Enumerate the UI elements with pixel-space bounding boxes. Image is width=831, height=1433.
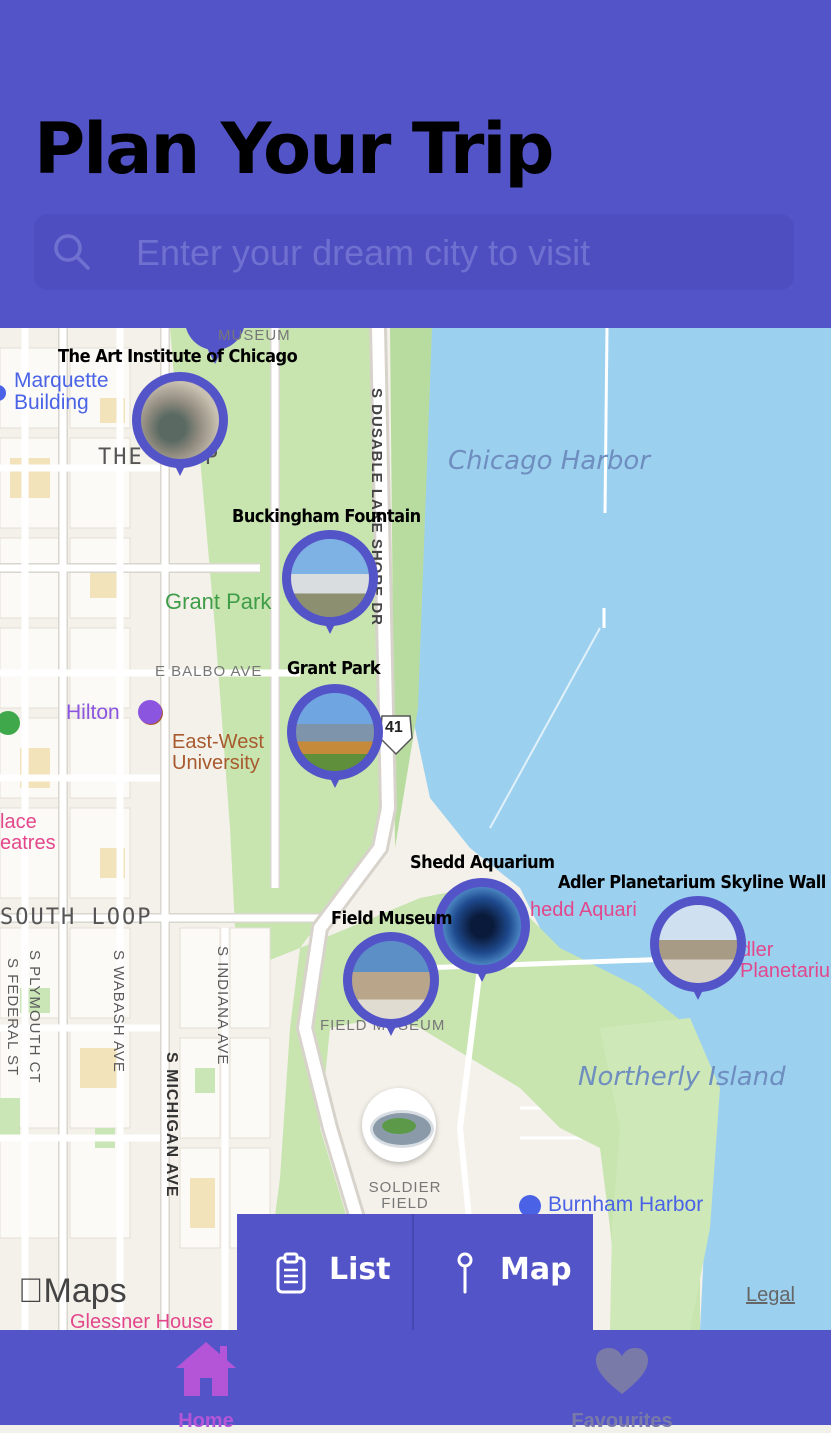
pin-grant-park[interactable] (287, 684, 383, 792)
map-view-button[interactable]: Map (414, 1214, 588, 1330)
poi-label-burnham-harbor: Burnham Harbor (548, 1193, 704, 1216)
map-view[interactable]: Chicago Harbor Northerly Island Grant Pa… (0, 328, 831, 1330)
area-label-south-loop: SOUTH LOOP (0, 905, 153, 930)
poi-label-glessner-house: Glessner House (70, 1311, 214, 1331)
app-header: Plan Your Trip (0, 0, 831, 328)
pin-label-shedd-aquarium: Shedd Aquarium (410, 852, 555, 873)
poi-label-palace-theatres: lace eatres (0, 811, 56, 854)
legal-link[interactable]: Legal (746, 1284, 795, 1307)
apple-icon:  (18, 1272, 44, 1310)
pin-shedd-aquarium[interactable] (434, 878, 530, 986)
pin-label-art-institute: The Art Institute of Chicago (58, 346, 298, 367)
poi-label-hilton: Hilton (66, 701, 120, 724)
tab-favourites[interactable]: Favourites (522, 1330, 722, 1432)
bottom-tab-bar: Home Favourites (0, 1330, 831, 1432)
search-input[interactable] (134, 228, 778, 278)
street-plymouth: S PLYMOUTH CT (25, 950, 43, 1084)
poi-label-adler-underlay: dler Planetariu (740, 939, 831, 982)
list-view-button[interactable]: List (237, 1214, 411, 1330)
pin-label-field-museum: Field Museum (331, 908, 453, 929)
tab-home-label: Home (178, 1410, 234, 1432)
pin-label-adler-planetarium: Adler Planetarium Skyline Wall (558, 872, 826, 893)
area-label-museum-top: MUSEUM (218, 328, 291, 344)
area-label-soldier-field: SOLDIER FIELD (368, 1179, 442, 1212)
pin-adler-planetarium[interactable] (650, 896, 746, 1004)
home-icon (176, 1342, 236, 1396)
map-pin-icon (457, 1252, 473, 1294)
pin-art-institute[interactable] (132, 372, 228, 480)
clipboard-list-icon (276, 1252, 306, 1294)
poi-label-east-west-university: East-West University (172, 731, 264, 774)
pin-photo (291, 539, 369, 617)
tab-favourites-label: Favourites (571, 1410, 673, 1432)
pin-buckingham-fountain[interactable] (282, 530, 378, 638)
page-title: Plan Your Trip (34, 108, 554, 190)
pin-photo (443, 887, 521, 965)
area-label-northerly-island: Northerly Island (578, 1062, 786, 1092)
street-michigan: S MICHIGAN AVE (162, 1052, 180, 1198)
pin-photo (659, 905, 737, 983)
pin-photo (296, 693, 374, 771)
area-label-chicago-harbor: Chicago Harbor (448, 446, 651, 476)
poi-label-marquette: Marquette Building (14, 369, 109, 415)
street-federal: S FEDERAL ST (3, 958, 21, 1077)
soldier-field-thumbnail[interactable] (362, 1088, 436, 1162)
route-shield-41: 41 (385, 719, 403, 736)
pin-label-buckingham-fountain: Buckingham Fountain (232, 506, 421, 527)
street-wabash: S WABASH AVE (109, 950, 127, 1073)
list-view-label: List (329, 1252, 391, 1287)
pin-photo (141, 381, 219, 459)
heart-icon (596, 1348, 648, 1394)
view-toggle: List Map (237, 1214, 593, 1330)
pin-photo (352, 941, 430, 1019)
street-indiana: S INDIANA AVE (213, 946, 231, 1066)
search-icon (54, 234, 90, 270)
street-balbo: E BALBO AVE (155, 663, 263, 680)
poi-label-shedd-underlay: hedd Aquari (530, 899, 637, 921)
apple-maps-logo: Maps (18, 1272, 127, 1310)
pin-label-grant-park: Grant Park (287, 658, 381, 679)
map-view-label: Map (500, 1252, 572, 1287)
area-label-grant-park: Grant Park (165, 589, 272, 614)
tab-home[interactable]: Home (106, 1330, 306, 1432)
pin-field-museum[interactable] (343, 932, 439, 1040)
search-bar[interactable] (34, 214, 794, 290)
